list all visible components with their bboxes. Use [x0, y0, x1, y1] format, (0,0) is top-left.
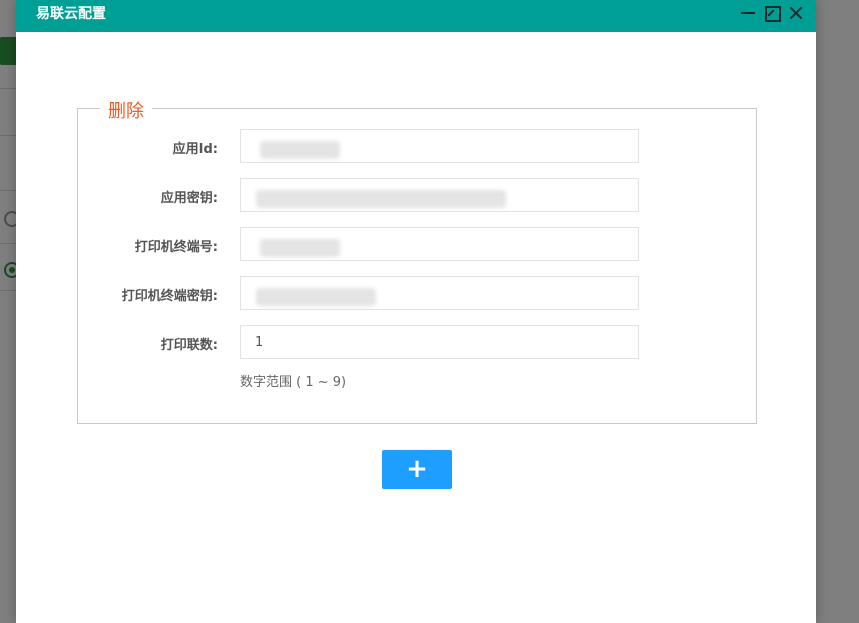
redacted-mask: [260, 239, 340, 257]
app-secret-row: 应用密钥:: [78, 178, 758, 212]
terminal-secret-label: 打印机终端密钥:: [121, 289, 218, 304]
printer-config-group: 删除 应用Id: 应用密钥: 打印机终端号: 打印机终端密钥: 打印联数: 数字…: [77, 97, 758, 424]
config-dialog: 易联云配置 删除 应用Id: 应用密钥: 打印机终端号: 打印机终端密钥: 打印…: [16, 0, 816, 623]
print-copies-row: 打印联数:: [78, 325, 758, 359]
dialog-title: 易联云配置: [36, 6, 106, 22]
app-secret-label: 应用密钥:: [160, 191, 218, 206]
terminal-number-row: 打印机终端号:: [78, 227, 758, 261]
app-id-row: 应用Id:: [78, 129, 758, 163]
print-copies-input[interactable]: [240, 325, 639, 359]
maximize-icon[interactable]: [764, 5, 781, 22]
redacted-mask: [260, 141, 340, 159]
terminal-secret-row: 打印机终端密钥:: [78, 276, 758, 310]
minimize-icon[interactable]: [740, 5, 756, 21]
print-copies-range-hint: 数字范围 ( 1 ~ 9): [240, 375, 347, 390]
terminal-number-label: 打印机终端号:: [134, 240, 218, 255]
app-id-label: 应用Id:: [172, 142, 218, 157]
delete-group-link[interactable]: 删除: [100, 97, 152, 123]
print-copies-label: 打印联数:: [160, 338, 218, 353]
close-icon[interactable]: [788, 5, 804, 21]
dialog-header: 易联云配置: [16, 0, 816, 32]
redacted-mask: [256, 288, 376, 306]
redacted-mask: [256, 190, 506, 208]
add-group-button[interactable]: +: [382, 450, 452, 489]
dialog-window-controls: [740, 5, 804, 22]
